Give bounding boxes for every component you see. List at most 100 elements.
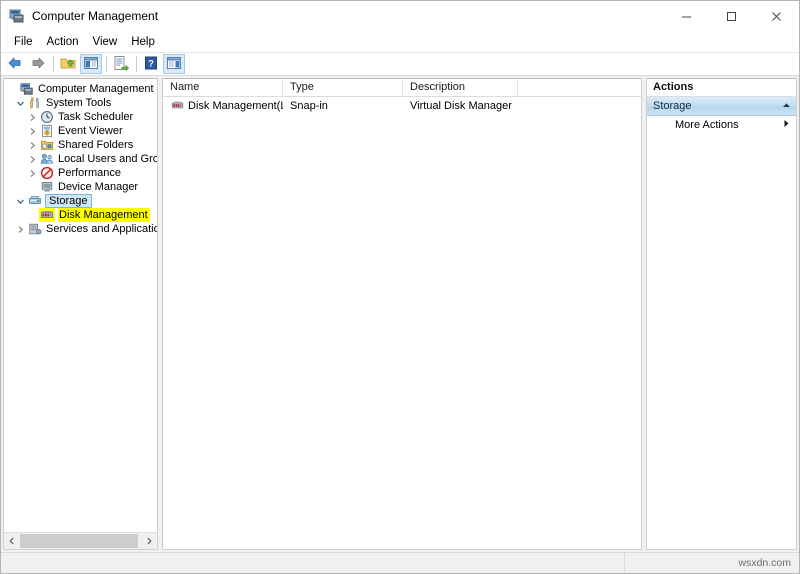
scroll-track[interactable] bbox=[20, 533, 141, 549]
tree-item-task-scheduler[interactable]: Task Scheduler bbox=[4, 110, 157, 124]
expander-none bbox=[6, 82, 19, 96]
tree-item-event-viewer[interactable]: Event Viewer bbox=[4, 124, 157, 138]
tree-item-label: Local Users and Groups bbox=[58, 153, 157, 165]
users-group-icon bbox=[39, 152, 55, 166]
disk-management-icon bbox=[39, 208, 55, 222]
chevron-right-icon bbox=[783, 119, 790, 131]
status-bar: wsxdn.com bbox=[1, 552, 799, 573]
window-controls bbox=[664, 1, 799, 31]
tree-item-label: Disk Management bbox=[58, 208, 150, 222]
cell-name: Disk Management(Lo... bbox=[163, 99, 283, 112]
shared-folders-icon bbox=[39, 138, 55, 152]
toolbar: ? bbox=[1, 53, 799, 76]
maximize-button[interactable] bbox=[709, 1, 754, 31]
chevron-down-icon[interactable] bbox=[14, 96, 27, 110]
export-list-icon bbox=[113, 55, 129, 74]
computer-management-window: Computer Management File Action View Hel… bbox=[0, 0, 800, 574]
column-header-type[interactable]: Type bbox=[283, 79, 403, 96]
scroll-thumb[interactable] bbox=[20, 534, 138, 548]
table-row[interactable]: Disk Management(Lo... Snap-in Virtual Di… bbox=[163, 97, 641, 114]
tree-item-label: Storage bbox=[45, 194, 92, 208]
column-header-name[interactable]: Name bbox=[163, 79, 283, 96]
chevron-right-icon[interactable] bbox=[26, 166, 39, 180]
tree-item-label: Computer Management (Local bbox=[38, 83, 157, 95]
main-body: Computer Management (Local System Tools bbox=[1, 76, 799, 552]
tree-horizontal-scrollbar[interactable] bbox=[4, 532, 157, 549]
actions-pane-empty-area bbox=[647, 134, 796, 549]
menu-help[interactable]: Help bbox=[124, 33, 162, 51]
chevron-up-icon[interactable] bbox=[782, 100, 791, 112]
tree-item-label: System Tools bbox=[46, 97, 112, 109]
scroll-left-button[interactable] bbox=[4, 533, 20, 549]
storage-icon bbox=[27, 194, 43, 208]
menu-action[interactable]: Action bbox=[40, 33, 86, 51]
device-manager-icon bbox=[39, 180, 55, 194]
cell-description: Virtual Disk Manager bbox=[410, 99, 512, 112]
action-pane-icon bbox=[166, 55, 182, 74]
tree-item-services-and-applications[interactable]: Services and Applications bbox=[4, 222, 157, 236]
cell-type: Snap-in bbox=[290, 99, 328, 112]
computer-management-icon bbox=[19, 82, 35, 96]
tree-item-performance[interactable]: Performance bbox=[4, 166, 157, 180]
performance-icon bbox=[39, 166, 55, 180]
tree-item-device-manager[interactable]: Device Manager bbox=[4, 180, 157, 194]
folder-up-icon bbox=[60, 55, 76, 74]
forward-button[interactable] bbox=[27, 54, 49, 74]
toolbar-separator bbox=[106, 56, 107, 72]
chevron-right-icon[interactable] bbox=[26, 138, 39, 152]
minimize-button[interactable] bbox=[664, 1, 709, 31]
menu-bar: File Action View Help bbox=[1, 31, 799, 53]
show-hide-console-tree-button[interactable] bbox=[80, 54, 102, 74]
show-action-pane-button[interactable] bbox=[163, 54, 185, 74]
clock-icon bbox=[39, 110, 55, 124]
actions-section-label: Storage bbox=[653, 100, 692, 112]
chevron-right-icon[interactable] bbox=[26, 124, 39, 138]
tree-item-disk-management[interactable]: Disk Management bbox=[4, 208, 157, 222]
console-tree-pane: Computer Management (Local System Tools bbox=[3, 78, 158, 550]
tree-item-label: Performance bbox=[58, 167, 121, 179]
disk-management-icon bbox=[170, 99, 184, 112]
chevron-right-icon[interactable] bbox=[26, 152, 39, 166]
arrow-left-icon bbox=[7, 55, 23, 74]
expander-none bbox=[26, 180, 39, 194]
system-tools-icon bbox=[27, 96, 43, 110]
status-segment-left bbox=[1, 553, 625, 573]
list-pane: Name Type Description Disk Management(S… bbox=[162, 78, 642, 550]
tree-item-label: Event Viewer bbox=[58, 125, 123, 137]
toolbar-separator bbox=[53, 56, 54, 72]
status-segment-right: wsxdn.com bbox=[625, 553, 799, 573]
cell-name-text: Disk Management(Lo... bbox=[188, 99, 283, 112]
chevron-right-icon[interactable] bbox=[14, 222, 27, 236]
chevron-down-icon[interactable] bbox=[14, 194, 27, 208]
up-one-level-button[interactable] bbox=[57, 54, 79, 74]
column-header-description[interactable]: Description bbox=[403, 79, 518, 96]
scroll-right-button[interactable] bbox=[141, 533, 157, 549]
tree-item-shared-folders[interactable]: Shared Folders bbox=[4, 138, 157, 152]
expander-none bbox=[26, 208, 39, 222]
tree-item-local-users-and-groups[interactable]: Local Users and Groups bbox=[4, 152, 157, 166]
column-header-extra[interactable] bbox=[518, 79, 641, 96]
list-rows: Disk Management(Lo... Snap-in Virtual Di… bbox=[163, 97, 641, 549]
menu-view[interactable]: View bbox=[86, 33, 125, 51]
tree-item-system-tools[interactable]: System Tools bbox=[4, 96, 157, 110]
window-title: Computer Management bbox=[32, 9, 159, 23]
chevron-right-icon[interactable] bbox=[26, 110, 39, 124]
mmc-console-icon bbox=[9, 8, 25, 24]
help-button[interactable]: ? bbox=[140, 54, 162, 74]
tree-item-computer-management[interactable]: Computer Management (Local bbox=[4, 82, 157, 96]
toolbar-separator bbox=[136, 56, 137, 72]
tree-item-label: Task Scheduler bbox=[58, 111, 134, 123]
svg-text:?: ? bbox=[148, 58, 154, 69]
actions-section-storage[interactable]: Storage bbox=[647, 97, 796, 116]
back-button[interactable] bbox=[4, 54, 26, 74]
tree-item-label: Shared Folders bbox=[58, 139, 134, 151]
arrow-right-icon bbox=[30, 55, 46, 74]
close-button[interactable] bbox=[754, 1, 799, 31]
menu-file[interactable]: File bbox=[7, 33, 40, 51]
export-list-button[interactable] bbox=[110, 54, 132, 74]
tree-item-storage[interactable]: Storage bbox=[4, 194, 157, 208]
action-label: More Actions bbox=[675, 119, 739, 131]
list-column-headers: Name Type Description bbox=[163, 79, 641, 97]
action-more-actions[interactable]: More Actions bbox=[647, 116, 796, 134]
actions-pane-title: Actions bbox=[647, 79, 796, 97]
